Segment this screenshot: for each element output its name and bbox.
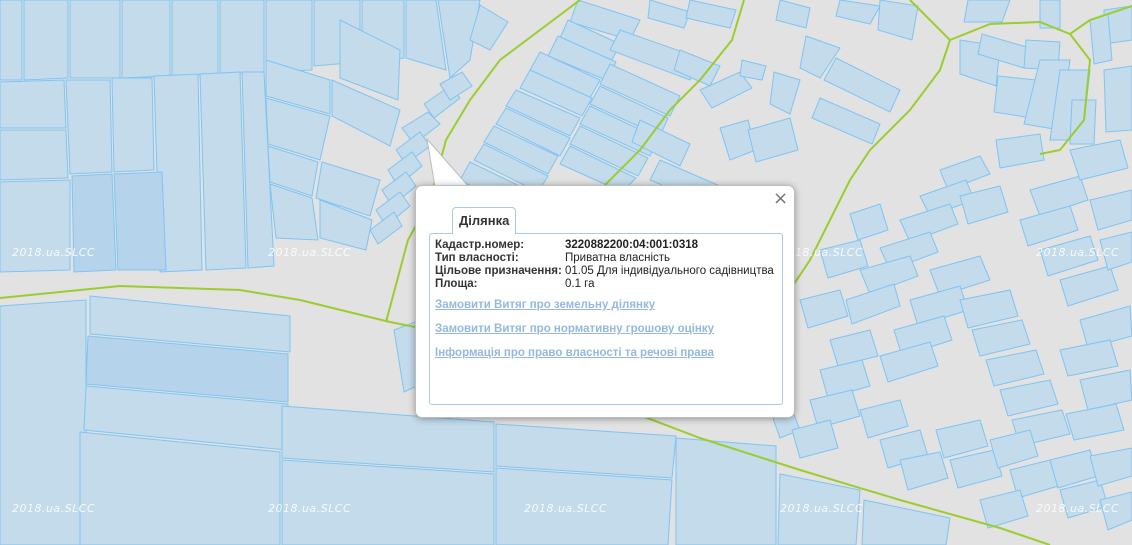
- cadastral-number-label: Кадастр.номер:: [435, 239, 525, 251]
- parcels-top-right[interactable]: [959, 0, 1132, 145]
- watermark: 2018.ua.SLCC: [12, 246, 96, 259]
- tab-parcel[interactable]: Ділянка: [452, 207, 517, 234]
- cadastral-number-row: Кадастр.номер: 3220882200:04:001:0318: [435, 239, 774, 252]
- ownership-rights-info-link[interactable]: Інформація про право власності та речові…: [435, 347, 714, 359]
- watermark: 2018.ua.SLCC: [524, 502, 608, 515]
- order-valuation-extract-link[interactable]: Замовити Витяг про нормативну грошову оц…: [435, 323, 714, 335]
- order-land-extract-link[interactable]: Замовити Витяг про земельну ділянку: [435, 299, 655, 311]
- area-label: Площа:: [435, 278, 478, 290]
- ownership-type-label: Тип власності:: [435, 252, 519, 264]
- purpose-row: Цільове призначення: 01.05 Для індивідуа…: [435, 265, 774, 278]
- watermark: 2018.ua.SLCC: [268, 502, 352, 515]
- parcel-info-panel: Кадастр.номер: 3220882200:04:001:0318 Ти…: [429, 233, 783, 405]
- parcel-info-popup: × Ділянка Кадастр.номер: 3220882200:04:0…: [416, 186, 794, 417]
- watermark: 2018.ua.SLCC: [1036, 246, 1120, 259]
- parcels-right[interactable]: [769, 133, 1132, 531]
- watermark: 2018.ua.SLCC: [268, 246, 352, 259]
- close-icon[interactable]: ×: [773, 190, 788, 208]
- cadastral-number-value: 3220882200:04:001:0318: [565, 239, 699, 251]
- area-row: Площа: 0.1 га: [435, 278, 774, 291]
- parcel-attributes: Кадастр.номер: 3220882200:04:001:0318 Ти…: [435, 239, 774, 291]
- watermark: 2018.ua.SLCC: [1036, 502, 1120, 515]
- ownership-type-row: Тип власності: Приватна власність: [435, 252, 774, 265]
- purpose-value: 01.05 Для індивідуального садівництва: [565, 265, 774, 277]
- ownership-type-value: Приватна власність: [565, 252, 671, 264]
- purpose-label: Цільове призначення:: [435, 265, 562, 277]
- watermark: 2018.ua.SLCC: [12, 502, 96, 515]
- area-value: 0.1 га: [565, 278, 595, 290]
- watermark: 2018.ua.SLCC: [780, 502, 864, 515]
